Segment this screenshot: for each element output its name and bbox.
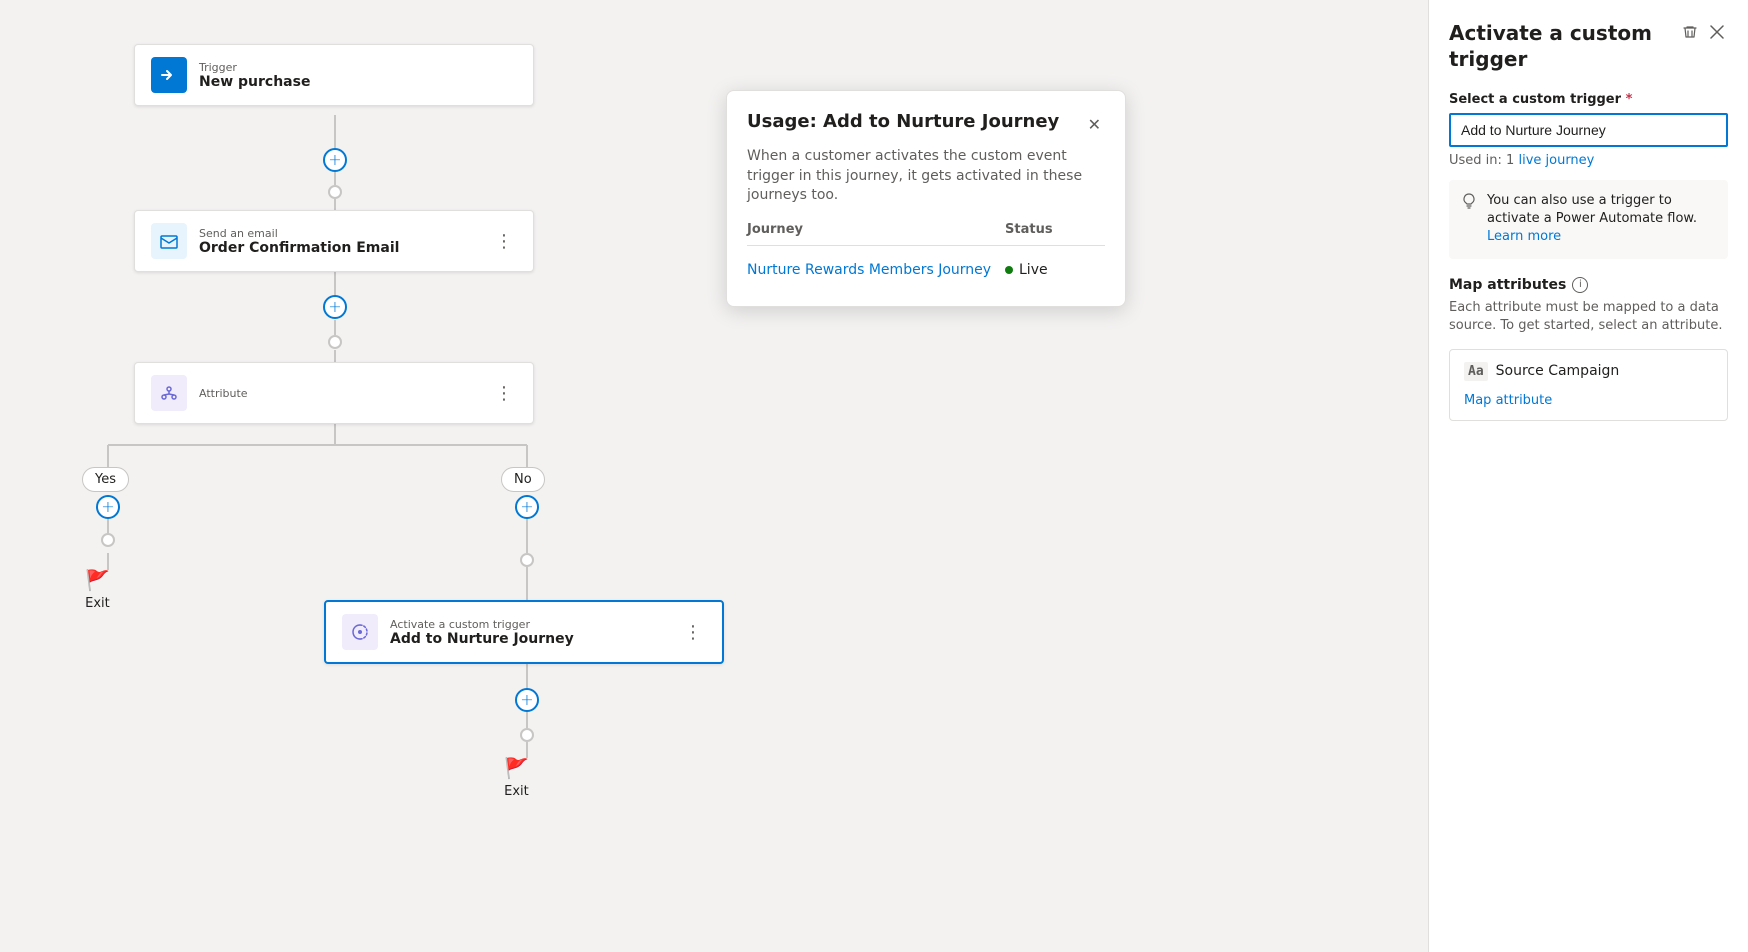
right-panel: Activate a custom trigger Select a custo… [1428, 0, 1748, 952]
required-star: * [1626, 92, 1633, 107]
col-journey-header: Journey [747, 222, 1005, 237]
attribute-label: Attribute [199, 387, 479, 400]
exit-flag-no: 🚩 [504, 756, 529, 780]
info-text: You can also use a trigger to activate a… [1487, 192, 1716, 247]
attribute-card-header: Aa Source Campaign [1464, 362, 1713, 381]
connector-circle-bottom [520, 728, 534, 742]
status-text: Live [1019, 262, 1048, 278]
exit-node-no: 🚩 Exit [504, 756, 529, 799]
custom-trigger-label: Activate a custom trigger [390, 618, 668, 631]
custom-trigger-node-text: Activate a custom trigger Add to Nurture… [390, 618, 668, 647]
journey-canvas: Trigger New purchase + Send an email Ord… [0, 0, 1428, 952]
live-journey-link[interactable]: live journey [1518, 153, 1594, 168]
attribute-node-text: Attribute [199, 387, 479, 400]
email-title: Order Confirmation Email [199, 240, 479, 256]
email-node-text: Send an email Order Confirmation Email [199, 227, 479, 256]
panel-header: Activate a custom trigger [1449, 20, 1728, 72]
add-step-after-trigger[interactable]: + [515, 688, 539, 712]
connector-circle-2 [328, 335, 342, 349]
attribute-card: Aa Source Campaign Map attribute [1449, 349, 1728, 421]
email-node-menu[interactable]: ⋮ [491, 229, 517, 254]
map-attributes-header: Map attributes i [1449, 277, 1728, 293]
add-step-no[interactable]: + [515, 495, 539, 519]
col-status-header: Status [1005, 222, 1105, 237]
trigger-icon [151, 57, 187, 93]
trigger-select-input[interactable] [1449, 113, 1728, 147]
info-lightbulb-icon [1461, 193, 1477, 213]
attr-type-icon: Aa [1464, 362, 1488, 381]
attr-name: Source Campaign [1496, 363, 1620, 379]
flow-connectors [0, 0, 1428, 952]
map-attribute-link[interactable]: Map attribute [1464, 393, 1552, 408]
panel-header-actions [1678, 20, 1728, 44]
trigger-node[interactable]: Trigger New purchase [134, 44, 534, 106]
exit-flag-yes: 🚩 [85, 568, 110, 592]
used-in-text: Used in: 1 live journey [1449, 153, 1728, 168]
custom-trigger-node[interactable]: Activate a custom trigger Add to Nurture… [324, 600, 724, 664]
connector-circle-yes [101, 533, 115, 547]
panel-title: Activate a custom trigger [1449, 20, 1670, 72]
connector-circle-1 [328, 185, 342, 199]
custom-trigger-title: Add to Nurture Journey [390, 631, 668, 647]
usage-table: Journey Status Nurture Rewards Members J… [747, 222, 1105, 286]
usage-popup-title: Usage: Add to Nurture Journey [747, 111, 1084, 132]
no-branch-label: No [501, 467, 545, 492]
usage-popup-desc: When a customer activates the custom eve… [747, 147, 1105, 206]
usage-popup-header: Usage: Add to Nurture Journey ✕ [747, 111, 1105, 139]
usage-popup: Usage: Add to Nurture Journey ✕ When a c… [726, 90, 1126, 307]
usage-popup-close[interactable]: ✕ [1084, 111, 1105, 139]
delete-button[interactable] [1678, 20, 1702, 44]
exit-label-yes: Exit [85, 596, 110, 611]
usage-table-header: Journey Status [747, 222, 1105, 246]
add-step-yes[interactable]: + [96, 495, 120, 519]
journey-link[interactable]: Nurture Rewards Members Journey [747, 262, 1005, 278]
exit-node-yes: 🚩 Exit [85, 568, 110, 611]
email-icon [151, 223, 187, 259]
attribute-node[interactable]: Attribute ⋮ [134, 362, 534, 424]
custom-trigger-icon [342, 614, 378, 650]
yes-branch-label: Yes [82, 467, 129, 492]
trigger-select-label: Select a custom trigger * [1449, 92, 1728, 107]
email-node[interactable]: Send an email Order Confirmation Email ⋮ [134, 210, 534, 272]
attribute-node-menu[interactable]: ⋮ [491, 381, 517, 406]
learn-more-link[interactable]: Learn more [1487, 229, 1561, 244]
attribute-icon [151, 375, 187, 411]
add-step-2[interactable]: + [323, 295, 347, 319]
trigger-title: New purchase [199, 74, 517, 90]
map-attributes-desc: Each attribute must be mapped to a data … [1449, 299, 1728, 335]
trigger-label: Trigger [199, 61, 517, 74]
info-box: You can also use a trigger to activate a… [1449, 180, 1728, 259]
map-attributes-info-icon[interactable]: i [1572, 277, 1588, 293]
status-badge: Live [1005, 262, 1105, 278]
usage-table-row: Nurture Rewards Members Journey Live [747, 254, 1105, 286]
trigger-node-text: Trigger New purchase [199, 61, 517, 90]
connector-circle-no [520, 553, 534, 567]
email-label: Send an email [199, 227, 479, 240]
exit-label-no: Exit [504, 784, 529, 799]
close-button[interactable] [1706, 20, 1728, 44]
add-step-1[interactable]: + [323, 148, 347, 172]
map-attributes-title: Map attributes [1449, 277, 1566, 293]
custom-trigger-node-menu[interactable]: ⋮ [680, 620, 706, 645]
status-dot [1005, 266, 1013, 274]
